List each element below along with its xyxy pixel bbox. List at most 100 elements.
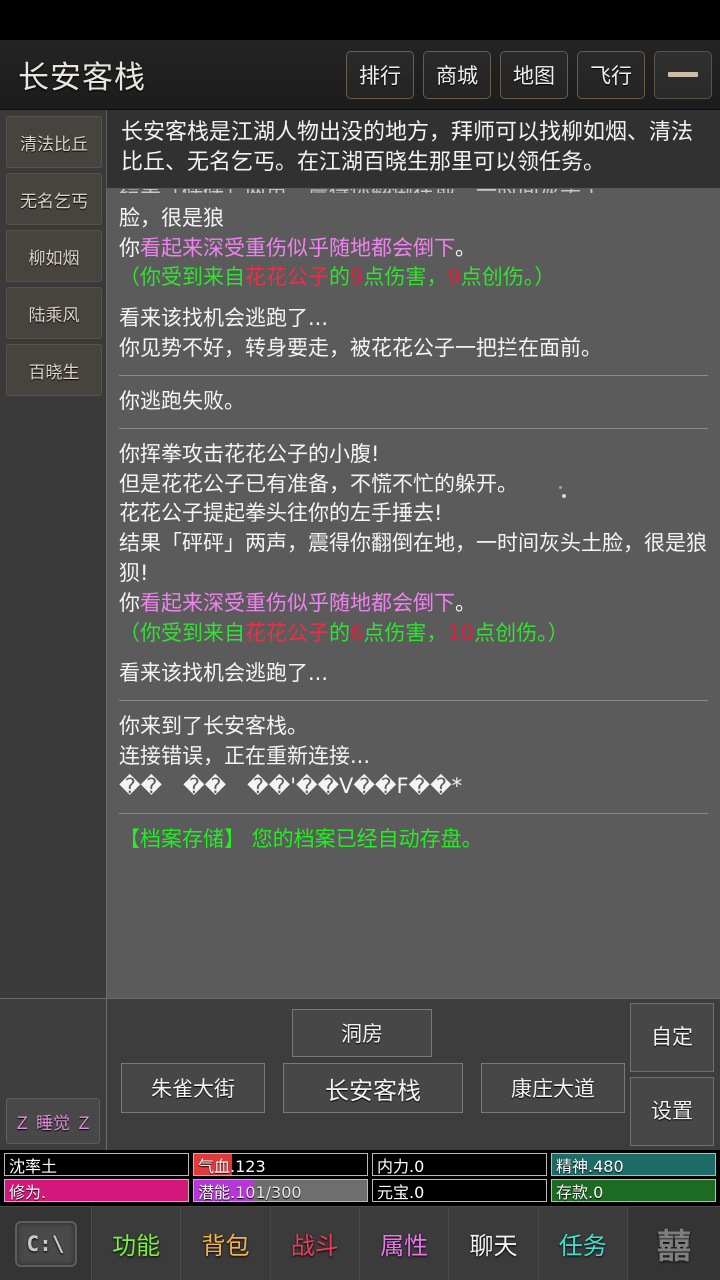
status-bar-savings[interactable]: 存款.0 xyxy=(551,1179,716,1202)
log-segment: 。 xyxy=(455,235,476,260)
status-bar-value: 123 xyxy=(235,1156,266,1176)
log-block: 看来该找机会逃跑了... xyxy=(119,659,708,689)
current-room-button[interactable]: 长安客栈 xyxy=(283,1063,463,1113)
nav-button-ranking[interactable]: 排行 xyxy=(346,50,414,99)
direction-button-east[interactable]: 康庄大道 xyxy=(481,1063,625,1113)
log-segment: 你 xyxy=(119,235,140,260)
log-clipped-line: 结果「砰砰」两声，震得你翻倒在地，一时间灰头土 xyxy=(119,189,708,193)
toolbar-item-functions[interactable]: 功能 xyxy=(92,1207,182,1280)
log-segment: 脸，很是狼 xyxy=(119,205,224,230)
game-log[interactable]: 结果「砰砰」两声，震得你翻倒在地，一时间灰头土 脸，很是狼你看起来深受重伤似乎随… xyxy=(106,188,720,998)
status-bar-hp[interactable]: 气血.123 xyxy=(193,1153,368,1176)
status-bar-mp[interactable]: 内力.0 xyxy=(372,1153,547,1176)
log-segment: 看来该找机会逃跑了... xyxy=(119,661,329,686)
log-segment: 【档案存储】 xyxy=(119,826,245,851)
toolbar-item-attributes[interactable]: 属性 xyxy=(359,1207,450,1280)
log-segment: 但是花花公子已有准备，不慌不忙的躲开。 xyxy=(119,471,518,496)
status-bar-text: 内力.0 xyxy=(373,1154,424,1176)
log-block: 脸，很是狼 你看起来深受重伤似乎随地都会倒下。 （你受到来自花花公子的9点伤害，9点… xyxy=(119,204,708,293)
status-bar-label: 元宝. xyxy=(377,1182,415,1202)
sidebar-item-npc-2[interactable]: 柳如烟 xyxy=(6,230,102,282)
log-line: 连接错误，正在重新连接... xyxy=(119,742,708,772)
direction-button-west[interactable]: 朱雀大街 xyxy=(121,1063,265,1113)
log-segment: 点伤害， xyxy=(363,265,448,290)
log-segment: 看来该找机会逃跑了... xyxy=(119,306,329,331)
log-segment: 10 xyxy=(447,620,475,645)
log-block: 你逃跑失败。 xyxy=(119,387,708,417)
log-block: 看来该找机会逃跑了... 你见势不好，转身要走，被花花公子一把拦在面前。 xyxy=(119,304,708,364)
log-line: 你看起来深受重伤似乎随地都会倒下。 xyxy=(119,234,708,264)
log-block: 【档案存储】 您的档案已经自动存盘。 xyxy=(119,825,708,855)
nav-left-col: Ｚ 睡觉 Ｚ xyxy=(0,999,106,1150)
nav-button-map[interactable]: 地图 xyxy=(500,50,568,99)
log-block: 你挥拳攻击花花公子的小腹! 但是花花公子已有准备，不慌不忙的躲开。 花花公子提起拳头… xyxy=(119,440,708,649)
status-bar-gold[interactable]: 元宝.0 xyxy=(372,1179,547,1202)
toolbar-item-quests[interactable]: 任务 xyxy=(538,1207,628,1280)
log-line: 【档案存储】 您的档案已经自动存盘。 xyxy=(119,825,708,855)
log-segment: 的 xyxy=(329,620,350,645)
status-bar-potential[interactable]: 潜能.101/300 xyxy=(193,1179,368,1202)
settings-button[interactable]: 设置 xyxy=(630,1077,714,1146)
log-segment: 9 xyxy=(447,265,461,290)
log-segment: 点创伤。） xyxy=(474,620,569,645)
emblem-icon: 囍 xyxy=(656,1227,691,1267)
status-bar-area xyxy=(0,0,720,40)
log-line: 看来该找机会逃跑了... xyxy=(119,304,708,334)
status-bar-player-name[interactable]: 沈率土 xyxy=(4,1153,189,1176)
log-line: 脸，很是狼 xyxy=(119,204,708,234)
status-bar-label: 内力. xyxy=(377,1156,415,1176)
direction-button-north[interactable]: 洞房 xyxy=(292,1009,432,1057)
log-body: 脸，很是狼 你看起来深受重伤似乎随地都会倒下。 （你受到来自花花公子的9点伤害，9点… xyxy=(119,204,708,855)
room-navigation: Ｚ 睡觉 Ｚ 洞房 朱雀大街 长安客栈 康庄大道 自定 设置 xyxy=(0,998,720,1150)
status-bar-value: 480 xyxy=(593,1156,624,1176)
main-column: 长安客栈是江湖人物出没的地方，拜师可以找柳如烟、清法比丘、无名乞丐。在江湖百晓生… xyxy=(106,110,720,998)
room-description: 长安客栈是江湖人物出没的地方，拜师可以找柳如烟、清法比丘、无名乞丐。在江湖百晓生… xyxy=(106,110,720,189)
sidebar-item-npc-4[interactable]: 百晓生 xyxy=(6,344,102,396)
log-line: 你逃跑失败。 xyxy=(119,387,708,417)
status-row-1: 沈率土 气血.123 内力.0 精神.480 xyxy=(4,1153,716,1176)
status-bar-cultivation[interactable]: 修为. xyxy=(4,1179,189,1202)
log-line: （你受到来自花花公子的9点伤害，9点创伤。） xyxy=(119,263,708,293)
status-bar-label: 沈率土 xyxy=(9,1156,58,1176)
status-bar-text: 修为. xyxy=(5,1180,46,1202)
sidebar-item-npc-1[interactable]: 无名乞丐 xyxy=(6,173,102,225)
console-icon: C:\ xyxy=(14,1220,77,1267)
status-bar-text: 元宝.0 xyxy=(373,1180,424,1202)
toolbar-item-combat[interactable]: 战斗 xyxy=(270,1207,360,1280)
log-segment: 您的档案已经自动存盘。 xyxy=(245,826,483,851)
status-bar-text: 气血.123 xyxy=(194,1154,266,1176)
status-bar-label: 存款. xyxy=(556,1182,594,1202)
log-divider xyxy=(119,812,708,814)
console-button[interactable]: C:\ xyxy=(0,1207,92,1280)
log-line: 结果「砰砰」两声，震得你翻倒在地，一时间灰头土脸，很是狼狈! xyxy=(119,529,708,589)
status-bars: 沈率土 气血.123 内力.0 精神.480 修为. 潜能.101/300 元宝.0 存款.… xyxy=(0,1150,720,1206)
toolbar-item-chat[interactable]: 聊天 xyxy=(449,1207,539,1280)
status-bar-label: 气血. xyxy=(198,1156,236,1176)
status-bar-text: 精神.480 xyxy=(552,1154,624,1176)
game-app-window: 长安客栈 排行 商城 地图 飞行 清法比丘 无名乞丐 柳如烟 陆乘风 百晓生 长… xyxy=(0,0,720,1280)
log-segment: 点伤害， xyxy=(363,620,448,645)
status-bar-label: 潜能. xyxy=(198,1182,236,1202)
bottom-toolbar: C:\ 功能 背包 战斗 属性 聊天 任务 囍 xyxy=(0,1206,720,1280)
custom-button[interactable]: 自定 xyxy=(630,1003,714,1072)
log-line: 你来到了长安客栈。 xyxy=(119,712,708,742)
nav-button-fly[interactable]: 飞行 xyxy=(577,50,645,99)
log-line: 花花公子提起拳头往你的左手捶去! xyxy=(119,499,708,529)
log-segment: （你受到来自 xyxy=(119,265,245,290)
minus-icon xyxy=(668,72,698,77)
sidebar-item-npc-0[interactable]: 清法比丘 xyxy=(6,116,102,168)
log-line: （你受到来自花花公子的6点伤害，10点创伤。） xyxy=(119,619,708,649)
log-segment: 你 xyxy=(119,590,140,615)
emblem-button[interactable]: 囍 xyxy=(627,1207,720,1280)
dust-speck xyxy=(562,493,566,498)
status-bar-spirit[interactable]: 精神.480 xyxy=(551,1153,716,1176)
log-segment: 花花公子 xyxy=(245,620,329,645)
minimize-button[interactable] xyxy=(654,50,712,99)
log-segment: 的 xyxy=(329,265,350,290)
toolbar-item-backpack[interactable]: 背包 xyxy=(181,1207,271,1280)
sleep-button[interactable]: Ｚ 睡觉 Ｚ xyxy=(6,1098,100,1144)
sidebar-item-npc-3[interactable]: 陆乘风 xyxy=(6,287,102,339)
log-segment: 花花公子 xyxy=(245,265,329,290)
nav-button-shop[interactable]: 商城 xyxy=(423,50,491,99)
log-block: 你来到了长安客栈。 连接错误，正在重新连接... �� �� ��'��V��F��… xyxy=(119,712,708,801)
